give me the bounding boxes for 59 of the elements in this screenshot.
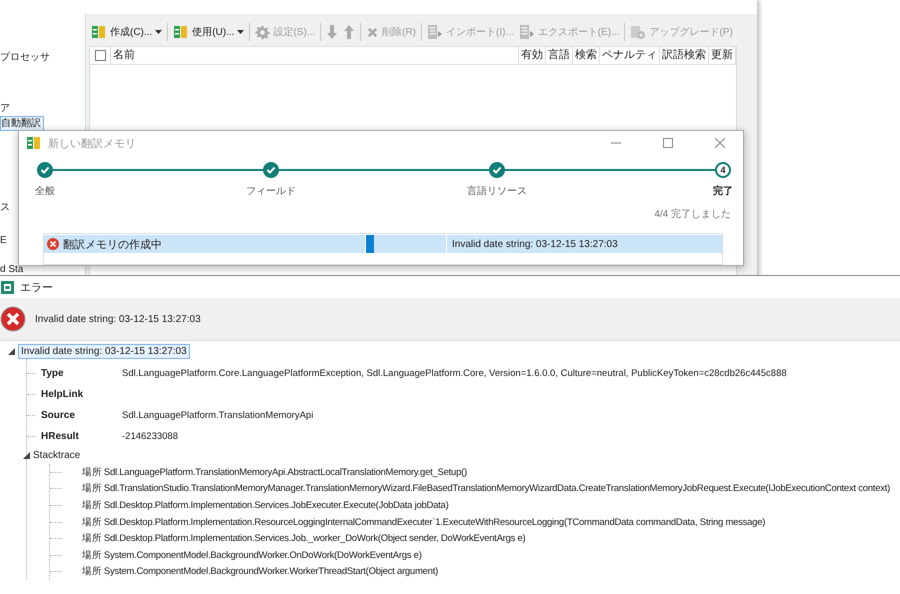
task-row[interactable]: 翻訳メモリの作成中 Invalid date string: 03-12-15 13:27:03 (44, 235, 722, 253)
column-header[interactable]: 言語 (546, 47, 573, 64)
book-stack-icon (173, 24, 190, 40)
stack-trace-line: 場所 Sdl.TranslationStudio.TranslationMemoryManager.TranslationMemoryWizard.FileBasedTranslationMemoryWizardData.CreateTranslationMemoryJobRequest.Execute(IJobExecutionContext context) (82, 482, 890, 496)
step-label: 完了 (713, 184, 733, 198)
property-name: Source (41, 410, 76, 421)
stack-trace-line: 場所 System.ComponentModel.BackgroundWorker.WorkerThreadStart(Object argument) (82, 565, 438, 578)
book-stack-icon (91, 24, 107, 40)
toolbar-button[interactable]: 使用(U)... (171, 23, 246, 41)
expander-icon[interactable] (8, 348, 15, 355)
error-message: Invalid date string: 03-12-15 13:27:03 (35, 314, 201, 324)
tree-node[interactable]: Stacktrace (33, 450, 80, 461)
delete-icon (366, 26, 380, 38)
property-value: Sdl.LanguagePlatform.Core.LanguagePlatformException, Sdl.LanguagePlatform.Core, Version=1.6.0.0, Culture=neutral, PublicKeyToken=c28cdb26c445c888 (122, 368, 787, 379)
sidebar-item[interactable]: d Sta (0, 263, 26, 276)
sidebar-item[interactable]: ア (0, 102, 12, 115)
caret-icon (155, 30, 162, 34)
column-header[interactable]: 更新 (709, 47, 736, 64)
error-icon (0, 306, 26, 332)
export-icon (518, 24, 535, 40)
window-title: エラー (20, 280, 53, 294)
sidebar-item[interactable]: 自動翻訳 (0, 116, 44, 131)
sidebar-item[interactable]: E (0, 234, 9, 247)
close-button[interactable] (715, 138, 725, 148)
sidebar-item[interactable]: プロセッサ (0, 51, 52, 64)
select-all-checkbox[interactable] (94, 50, 106, 61)
step-label: 全般 (35, 185, 55, 198)
task-message: Invalid date string: 03-12-15 13:27:03 (451, 238, 618, 250)
maximize-button[interactable] (663, 138, 673, 148)
dialog-title: 新しい翻訳メモリ (48, 136, 137, 150)
column-header[interactable]: ペナルティ (600, 47, 660, 64)
property-name: HResult (41, 431, 80, 442)
column-header[interactable]: 訳語検索 (660, 47, 709, 64)
property-name: HelpLink (41, 389, 84, 400)
property-name: Type (41, 368, 65, 379)
column-header[interactable]: 有効 (519, 47, 546, 64)
property-value: Sdl.LanguagePlatform.TranslationMemoryApi (122, 410, 314, 421)
task-name: 翻訳メモリの作成中 (63, 238, 162, 252)
progress-status: 4/4 完了しました (654, 208, 732, 221)
stack-trace-line: 場所 Sdl.Desktop.Platform.Implementation.ResourceLoggingInternalCommandExecuter`1.ExecuteWithResourceLogging(TCommandData commandData, String message) (82, 516, 766, 529)
tree-node[interactable]: Invalid date string: 03-12-15 13:27:03 (18, 344, 190, 359)
step-label: フィールド (246, 185, 296, 198)
column-header[interactable]: 名前 (111, 47, 519, 64)
settings-icon (255, 24, 270, 40)
step-number: 4 (715, 162, 731, 178)
book-stack-icon (26, 135, 42, 151)
step-label: 言語リソース (467, 184, 527, 198)
stack-trace-line: 場所 System.ComponentModel.BackgroundWorker.OnDoWork(DoWorkEventArgs e) (82, 548, 422, 562)
stack-trace-line: 場所 Sdl.Desktop.Platform.Implementation.Services.Job._worker_DoWork(Object sender, DoWorkEventArgs e) (82, 532, 526, 546)
caret-icon (237, 30, 244, 34)
property-value: -2146233088 (122, 431, 178, 442)
sidebar-item[interactable]: ス (0, 201, 12, 214)
column-header[interactable]: 検索 (573, 47, 600, 64)
toolbar-button[interactable]: 作成(C)... (89, 23, 164, 41)
stack-trace-line: 場所 Sdl.Desktop.Platform.Implementation.Services.JobExecuter.Execute(JobData jobData) (82, 498, 449, 512)
expander-icon[interactable] (23, 452, 30, 459)
import-icon (427, 24, 443, 40)
stack-trace-line: 場所 Sdl.LanguagePlatform.TranslationMemoryApi.AbstractLocalTranslationMemory.get_Setup() (82, 466, 467, 479)
error-icon (47, 238, 59, 250)
